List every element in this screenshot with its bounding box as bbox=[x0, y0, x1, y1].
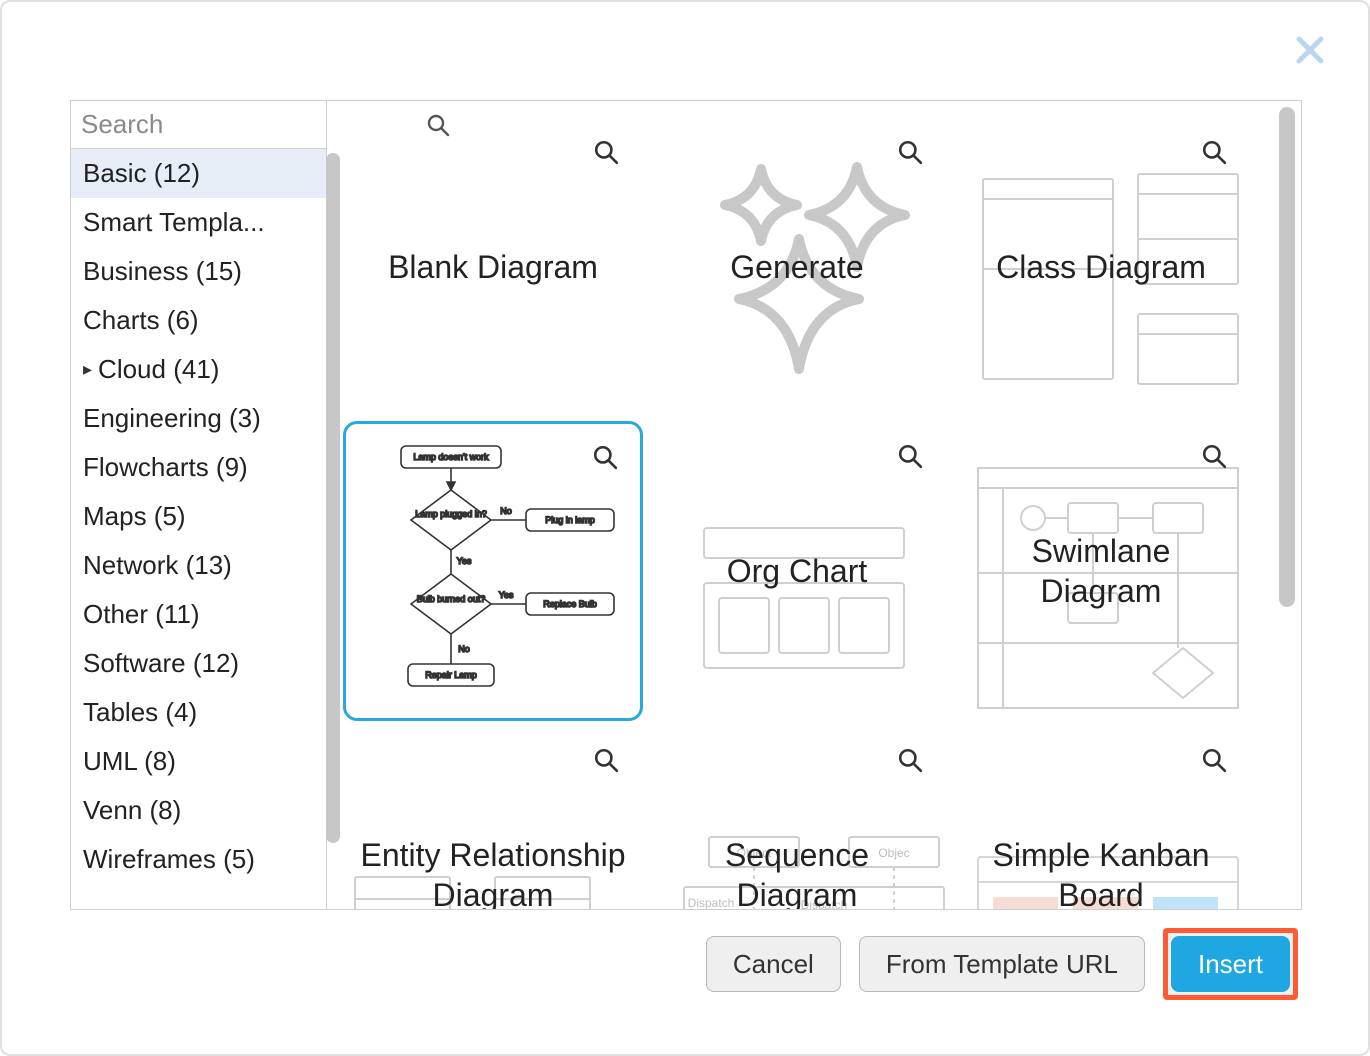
sidebar-item-label: Flowcharts (9) bbox=[83, 452, 248, 483]
template-title: Swimlane Diagram bbox=[961, 531, 1241, 611]
preview-zoom-button[interactable] bbox=[1201, 747, 1227, 773]
sidebar-item-label: Cloud (41) bbox=[98, 354, 219, 385]
sidebar-item[interactable]: Other (11) bbox=[71, 590, 326, 639]
sidebar-item[interactable]: UML (8) bbox=[71, 737, 326, 786]
sidebar-item-label: Tables (4) bbox=[83, 697, 197, 728]
expand-icon: ▸ bbox=[83, 359, 92, 380]
from-template-url-button[interactable]: From Template URL bbox=[859, 936, 1145, 992]
template-card[interactable]: Lamp doesn't work Lamp plugged in? No Pl… bbox=[343, 421, 643, 721]
sidebar-list: Basic (12) Smart Templa... Business (15) Ch… bbox=[71, 149, 326, 909]
sidebar-item[interactable]: Software (12) bbox=[71, 639, 326, 688]
sidebar-item-label: Wireframes (5) bbox=[83, 844, 255, 875]
search-row bbox=[71, 101, 326, 149]
template-grid-area: Blank Diagram Generate Class Diagram Lam… bbox=[327, 101, 1301, 909]
template-card[interactable]: Simple Kanban Board bbox=[951, 725, 1251, 909]
sidebar-item[interactable]: Flowcharts (9) bbox=[71, 443, 326, 492]
magnify-icon bbox=[1201, 443, 1227, 469]
magnify-icon bbox=[593, 747, 619, 773]
template-card[interactable]: Entity Relationship Diagram bbox=[343, 725, 643, 909]
insert-button-highlight: Insert bbox=[1163, 928, 1298, 1000]
template-card[interactable]: Object Objec Dispatch Dispatch Sequence … bbox=[647, 725, 947, 909]
template-card[interactable]: Class Diagram bbox=[951, 117, 1251, 417]
sidebar-item-label: Venn (8) bbox=[83, 795, 181, 826]
svg-text:Lamp doesn't work: Lamp doesn't work bbox=[413, 452, 489, 462]
preview-zoom-button[interactable] bbox=[897, 443, 923, 469]
svg-text:Replace Bulb: Replace Bulb bbox=[543, 599, 597, 609]
sidebar-item-label: Engineering (3) bbox=[83, 403, 261, 434]
preview-zoom-button[interactable] bbox=[897, 139, 923, 165]
magnify-icon bbox=[897, 747, 923, 773]
preview-zoom-button[interactable] bbox=[592, 444, 618, 470]
template-title: Sequence Diagram bbox=[657, 835, 937, 909]
sidebar-item[interactable]: Charts (6) bbox=[71, 296, 326, 345]
insert-button[interactable]: Insert bbox=[1171, 936, 1290, 992]
magnify-icon bbox=[1201, 139, 1227, 165]
sidebar-item-label: Smart Templa... bbox=[83, 207, 265, 238]
sidebar-item-label: Maps (5) bbox=[83, 501, 186, 532]
template-title: Org Chart bbox=[721, 551, 873, 591]
sidebar-item-label: UML (8) bbox=[83, 746, 176, 777]
sidebar-item-label: Other (11) bbox=[83, 599, 200, 630]
template-card[interactable]: Blank Diagram bbox=[343, 117, 643, 417]
template-title: Blank Diagram bbox=[382, 247, 604, 287]
sidebar-item[interactable]: Venn (8) bbox=[71, 786, 326, 835]
sidebar-item-label: Basic (12) bbox=[83, 158, 200, 189]
sidebar: Basic (12) Smart Templa... Business (15) Ch… bbox=[71, 101, 327, 909]
sidebar-item-label: Charts (6) bbox=[83, 305, 199, 336]
sidebar-item[interactable]: Engineering (3) bbox=[71, 394, 326, 443]
preview-zoom-button[interactable] bbox=[593, 139, 619, 165]
template-card[interactable]: Generate bbox=[647, 117, 947, 417]
magnify-icon bbox=[592, 444, 618, 470]
close-icon bbox=[1295, 35, 1325, 65]
sidebar-item[interactable]: Maps (5) bbox=[71, 492, 326, 541]
close-button[interactable] bbox=[1290, 30, 1330, 70]
sidebar-item-label: Software (12) bbox=[83, 648, 239, 679]
svg-text:Repair Lamp: Repair Lamp bbox=[425, 670, 477, 680]
magnify-icon bbox=[897, 443, 923, 469]
cancel-button[interactable]: Cancel bbox=[706, 936, 841, 992]
magnify-icon bbox=[593, 139, 619, 165]
preview-zoom-button[interactable] bbox=[897, 747, 923, 773]
sidebar-item[interactable]: Wireframes (5) bbox=[71, 835, 326, 884]
sidebar-item[interactable]: ▸ Cloud (41) bbox=[71, 345, 326, 394]
magnify-icon bbox=[1201, 747, 1227, 773]
sidebar-item-label: Business (15) bbox=[83, 256, 242, 287]
svg-text:Yes: Yes bbox=[457, 556, 472, 566]
template-grid: Blank Diagram Generate Class Diagram Lam… bbox=[343, 117, 1293, 909]
template-card[interactable]: Swimlane Diagram bbox=[951, 421, 1251, 721]
template-title: Class Diagram bbox=[990, 247, 1212, 287]
preview-zoom-button[interactable] bbox=[1201, 443, 1227, 469]
dialog-footer: Cancel From Template URL Insert bbox=[70, 928, 1298, 1000]
sidebar-item[interactable]: Network (13) bbox=[71, 541, 326, 590]
main-scrollbar[interactable] bbox=[1279, 107, 1295, 607]
template-card[interactable]: Org Chart bbox=[647, 421, 947, 721]
magnify-icon bbox=[897, 139, 923, 165]
svg-text:Lamp plugged in?: Lamp plugged in? bbox=[415, 509, 487, 519]
svg-text:Bulb burned out?: Bulb burned out? bbox=[417, 594, 486, 604]
svg-text:Yes: Yes bbox=[499, 590, 514, 600]
preview-zoom-button[interactable] bbox=[1201, 139, 1227, 165]
svg-text:No: No bbox=[500, 506, 512, 516]
sidebar-item[interactable]: Basic (12) bbox=[71, 149, 326, 198]
svg-text:Plug in lamp: Plug in lamp bbox=[545, 515, 595, 525]
template-picker: Basic (12) Smart Templa... Business (15) Ch… bbox=[70, 100, 1302, 910]
svg-text:No: No bbox=[458, 644, 470, 654]
sidebar-item[interactable]: Smart Templa... bbox=[71, 198, 326, 247]
sidebar-item[interactable]: Tables (4) bbox=[71, 688, 326, 737]
dialog-frame: Basic (12) Smart Templa... Business (15) Ch… bbox=[0, 0, 1370, 1056]
template-title: Entity Relationship Diagram bbox=[353, 835, 633, 909]
sidebar-item[interactable]: Business (15) bbox=[71, 247, 326, 296]
sidebar-item-label: Network (13) bbox=[83, 550, 232, 581]
template-title: Generate bbox=[724, 247, 869, 287]
template-title: Simple Kanban Board bbox=[961, 835, 1241, 909]
preview-zoom-button[interactable] bbox=[593, 747, 619, 773]
